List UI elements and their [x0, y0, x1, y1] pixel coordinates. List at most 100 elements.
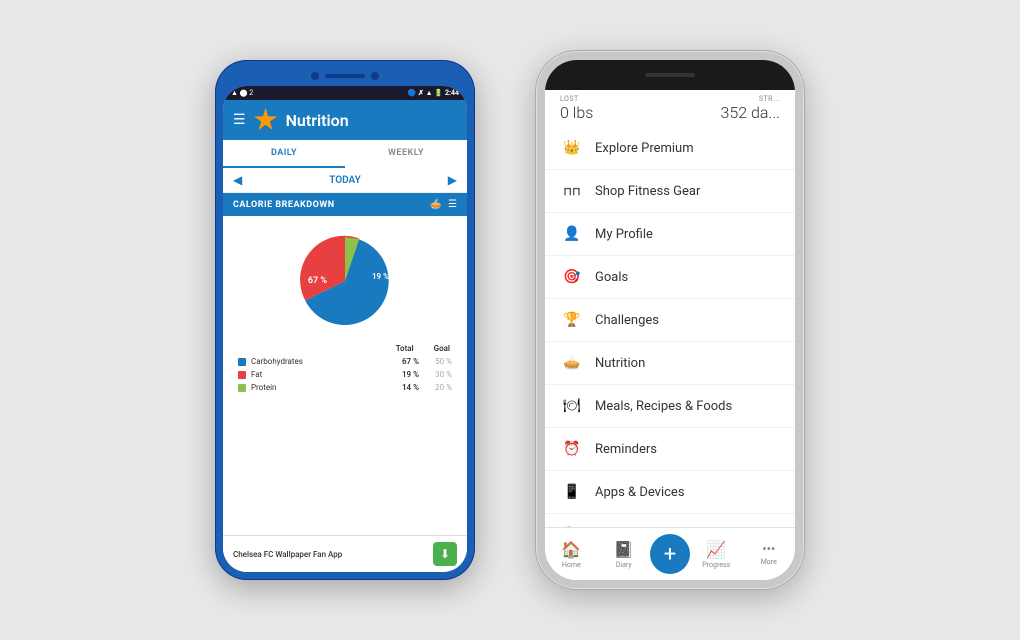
fat-total: 19 % — [387, 370, 419, 379]
carbs-name: Carbohydrates — [251, 357, 382, 366]
ios-notch-pill — [645, 73, 695, 77]
nav-diary[interactable]: 📓 Diary — [598, 540, 651, 569]
android-status-bar: ▲ ⬤ 2 🔵 ✗ ▲ 🔋 2:44 — [223, 86, 467, 100]
fat-color — [238, 371, 246, 379]
shop-fitness-gear-label: Shop Fitness Gear — [595, 184, 700, 199]
calorie-breakdown-header: CALORIE BREAKDOWN 🥧 ☰ — [223, 193, 467, 216]
android-screen: ▲ ⬤ 2 🔵 ✗ ▲ 🔋 2:44 ☰ Nutrition DAILY WEE… — [223, 86, 467, 572]
status-left: ▲ ⬤ 2 — [231, 89, 253, 97]
android-header: ☰ Nutrition — [223, 100, 467, 140]
streak-value: 352 da... — [721, 103, 780, 122]
legend-item-carbs: Carbohydrates 67 % 50 % — [238, 357, 452, 366]
tab-daily[interactable]: DAILY — [223, 140, 345, 168]
nav-home[interactable]: 🏠 Home — [545, 540, 598, 569]
pie-label-67: 67 % — [308, 276, 327, 286]
challenges-label: Challenges — [595, 313, 659, 328]
menu-item-meals[interactable]: 🍽 Meals, Recipes & Foods — [545, 385, 795, 428]
tabs-row: DAILY WEEKLY — [223, 140, 467, 168]
list-icon[interactable]: ☰ — [448, 199, 457, 210]
chart-area: 67 % 19 % Total Goal Carbohydrates 67 % … — [223, 216, 467, 535]
diary-label: Diary — [616, 561, 632, 569]
menu-icon[interactable]: ☰ — [233, 112, 246, 128]
stat-streak: STR... 352 da... — [721, 95, 780, 122]
col-total: Total — [396, 344, 414, 353]
nutrition-label: Nutrition — [595, 356, 645, 371]
protein-total: 14 % — [387, 383, 419, 392]
pie-chart-icon[interactable]: 🥧 — [430, 199, 442, 210]
under-armour-icon: ⊓⊓ — [561, 180, 583, 202]
android-notch — [223, 68, 467, 84]
profile-icon: 👤 — [561, 223, 583, 245]
goals-label: Goals — [595, 270, 628, 285]
carbs-color — [238, 358, 246, 366]
carbs-goal: 50 % — [424, 357, 452, 366]
explore-premium-label: Explore Premium — [595, 141, 694, 156]
meals-icon: 🍽 — [561, 395, 583, 417]
menu-item-shop-fitness-gear[interactable]: ⊓⊓ Shop Fitness Gear — [545, 170, 795, 213]
diary-icon: 📓 — [614, 540, 634, 559]
logo-star-icon — [254, 108, 278, 132]
protein-goal: 20 % — [424, 383, 452, 392]
legend-header: Total Goal — [238, 344, 452, 353]
menu-item-explore-premium[interactable]: 👑 Explore Premium — [545, 127, 795, 170]
add-icon: + — [664, 542, 676, 567]
meals-label: Meals, Recipes & Foods — [595, 399, 732, 414]
reminders-label: Reminders — [595, 442, 657, 457]
ios-stats-bar: LOST 0 lbs STR... 352 da... — [545, 90, 795, 127]
challenges-icon: 🏆 — [561, 309, 583, 331]
tab-weekly[interactable]: WEEKLY — [345, 140, 467, 168]
my-profile-label: My Profile — [595, 227, 653, 242]
prev-arrow[interactable]: ◀ — [233, 173, 242, 187]
menu-item-apps-devices[interactable]: 📱 Apps & Devices — [545, 471, 795, 514]
android-phone: ▲ ⬤ 2 🔵 ✗ ▲ 🔋 2:44 ☰ Nutrition DAILY WEE… — [215, 60, 475, 580]
reminders-icon: ⏰ — [561, 438, 583, 460]
lost-label: LOST — [560, 95, 593, 103]
banner-text: Chelsea FC Wallpaper Fan App — [233, 550, 433, 559]
goals-icon: 🎯 — [561, 266, 583, 288]
android-speaker — [325, 74, 365, 78]
ios-screen: LOST 0 lbs STR... 352 da... 👑 Explore Pr… — [545, 60, 795, 580]
fat-name: Fat — [251, 370, 382, 379]
menu-item-my-profile[interactable]: 👤 My Profile — [545, 213, 795, 256]
ios-bottom-nav: 🏠 Home 📓 Diary + 📈 Progress ••• More — [545, 527, 795, 580]
status-right: 🔵 ✗ ▲ 🔋 2:44 — [408, 89, 459, 97]
home-label: Home — [562, 561, 581, 569]
fat-goal: 30 % — [424, 370, 452, 379]
progress-label: Progress — [702, 561, 730, 569]
nav-row: ◀ TODAY ▶ — [223, 168, 467, 193]
legend-item-fat: Fat 19 % 30 % — [238, 370, 452, 379]
menu-item-goals[interactable]: 🎯 Goals — [545, 256, 795, 299]
lost-value: 0 lbs — [560, 103, 593, 122]
ios-menu: 👑 Explore Premium ⊓⊓ Shop Fitness Gear 👤… — [545, 127, 795, 527]
carbs-total: 67 % — [387, 357, 419, 366]
menu-item-reminders[interactable]: ⏰ Reminders — [545, 428, 795, 471]
col-goal: Goal — [434, 344, 450, 353]
status-icons: 🔵 ✗ ▲ 🔋 — [408, 89, 443, 97]
nav-more[interactable]: ••• More — [743, 542, 796, 566]
more-icon: ••• — [762, 542, 775, 556]
nav-today: TODAY — [329, 175, 361, 186]
protein-name: Protein — [251, 383, 382, 392]
apps-devices-icon: 📱 — [561, 481, 583, 503]
ios-notch — [620, 65, 720, 85]
scene: ▲ ⬤ 2 🔵 ✗ ▲ 🔋 2:44 ☰ Nutrition DAILY WEE… — [0, 0, 1020, 640]
ios-phone: LOST 0 lbs STR... 352 da... 👑 Explore Pr… — [535, 50, 805, 590]
menu-item-nutrition[interactable]: 🥧 Nutrition — [545, 342, 795, 385]
legend-item-protein: Protein 14 % 20 % — [238, 383, 452, 392]
app-banner: Chelsea FC Wallpaper Fan App ⬇ — [223, 535, 467, 572]
nav-progress[interactable]: 📈 Progress — [690, 540, 743, 569]
next-arrow[interactable]: ▶ — [448, 173, 457, 187]
pie-label-19: 19 % — [372, 272, 389, 281]
apps-devices-label: Apps & Devices — [595, 485, 685, 500]
android-camera-2 — [371, 72, 379, 80]
menu-item-challenges[interactable]: 🏆 Challenges — [545, 299, 795, 342]
download-button[interactable]: ⬇ — [433, 542, 457, 566]
home-icon: 🏠 — [561, 540, 581, 559]
menu-item-steps[interactable]: 👣 Steps — [545, 514, 795, 527]
nav-add-button[interactable]: + — [650, 534, 690, 574]
calorie-title: CALORIE BREAKDOWN — [233, 200, 335, 210]
signal-icons: ▲ ⬤ 2 — [231, 89, 253, 97]
nutrition-icon: 🥧 — [561, 352, 583, 374]
progress-icon: 📈 — [706, 540, 726, 559]
app-title: Nutrition — [286, 111, 349, 130]
